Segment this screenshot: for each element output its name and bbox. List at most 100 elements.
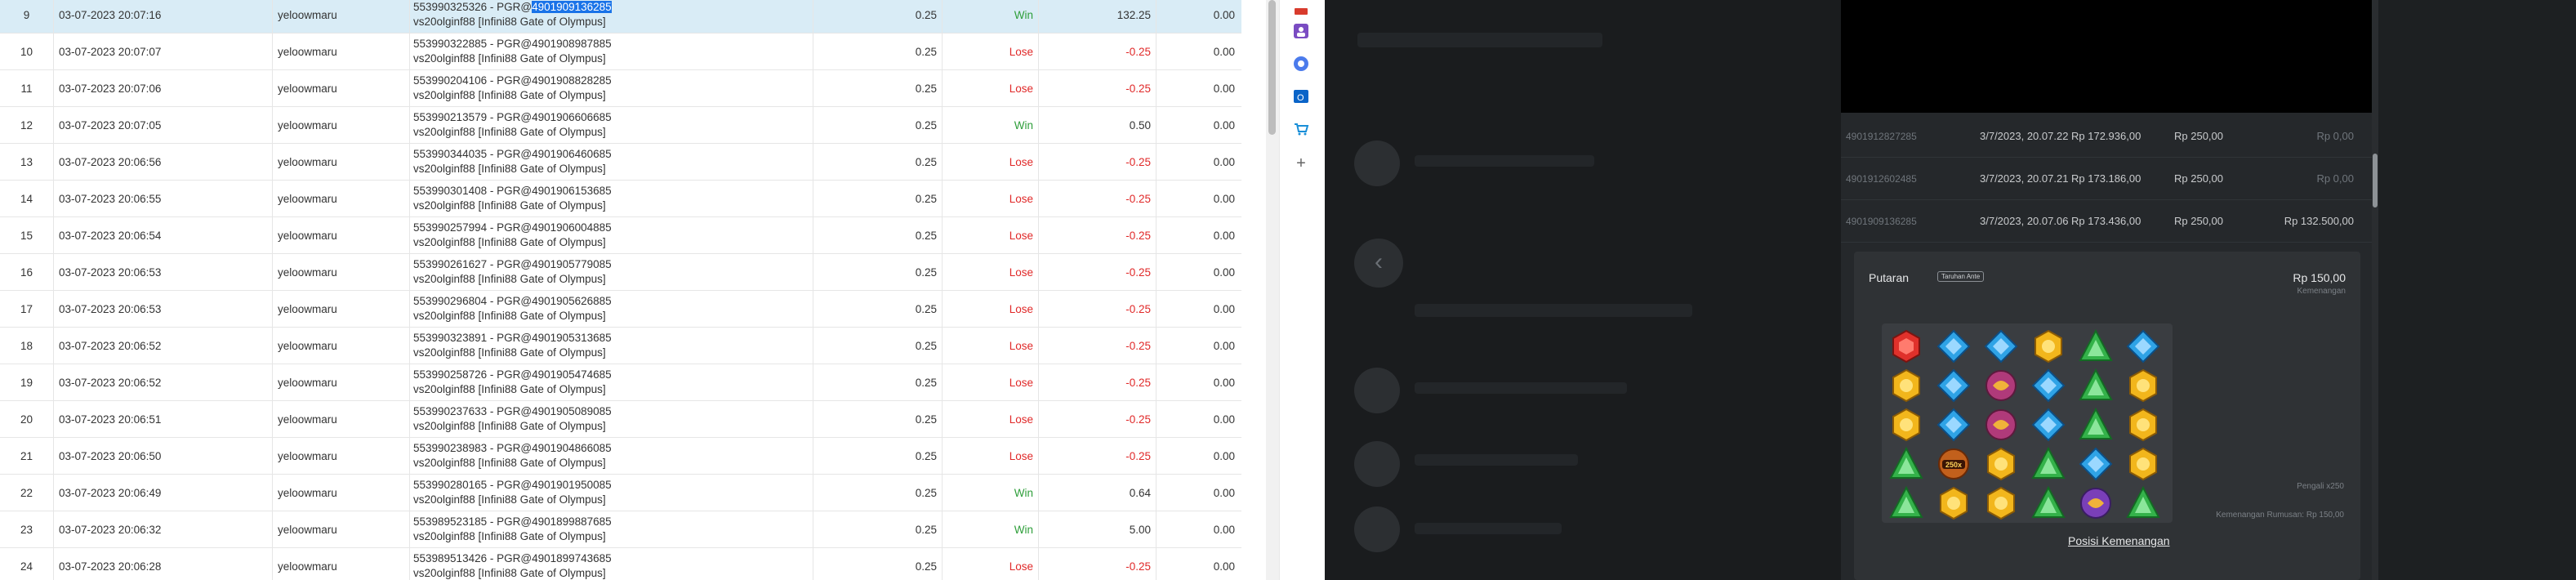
transaction-id-line: 553990344035 - PGR@4901906460685 — [413, 147, 813, 162]
round-id[interactable]: 4901899743685 — [532, 552, 612, 564]
row-bet: 0.25 — [813, 144, 943, 181]
row-description: 553990344035 - PGR@4901906460685 vs20olgi… — [410, 144, 813, 181]
table-row[interactable]: 16 03-07-2023 20:06:53 yeloowmaru 553990261… — [0, 254, 1241, 291]
transaction-id-line: 553990301408 - PGR@4901906153685 — [413, 184, 813, 199]
purple-gem-icon — [1983, 368, 2019, 404]
shopping-cart-icon[interactable] — [1291, 119, 1311, 139]
row-bet: 0.25 — [813, 70, 943, 107]
transaction-id-line: 553990238983 - PGR@4901904866085 — [413, 441, 813, 456]
table-scrollbar[interactable] — [1266, 0, 1279, 580]
round-id[interactable]: 4901906606685 — [532, 111, 612, 123]
spin-row[interactable]: 4901912602485 3/7/2023, 20.07.21 Rp 173.18… — [1841, 158, 2372, 200]
row-result: Lose — [943, 254, 1039, 291]
table-row[interactable]: 12 03-07-2023 20:07:05 yeloowmaru 553990213… — [0, 107, 1241, 144]
row-winloss: -0.25 — [1039, 401, 1157, 438]
contacts-icon[interactable] — [1291, 21, 1311, 41]
row-date: 03-07-2023 20:06:32 — [54, 511, 273, 548]
row-date: 03-07-2023 20:06:55 — [54, 181, 273, 217]
yellow-gem-icon — [1936, 485, 1972, 521]
circle-app-icon[interactable] — [1291, 54, 1311, 74]
transaction-prefix: 553990261627 - PGR@ — [413, 258, 533, 270]
history-scrollbar[interactable] — [2372, 0, 2378, 580]
row-bet: 0.25 — [813, 364, 943, 401]
dimmed-background: ‹ — [1325, 0, 1841, 580]
transaction-id-line: 553990322885 - PGR@4901908987885 — [413, 37, 813, 51]
round-id[interactable]: 4901906153685 — [532, 185, 612, 197]
back-chevron-icon[interactable]: ‹ — [1354, 239, 1403, 288]
spin-bet: Rp 250,00 — [2174, 130, 2223, 142]
row-username: yeloowmaru — [273, 511, 410, 548]
game-history-panel: ‹ 4901912827285 3/7/2023, 20.07.22 Rp 172.… — [1325, 0, 2576, 580]
row-username: yeloowmaru — [273, 181, 410, 217]
outlook-icon[interactable]: O — [1291, 87, 1311, 106]
row-description: 553990238983 - PGR@4901904866085 vs20olgi… — [410, 438, 813, 475]
table-row[interactable]: 23 03-07-2023 20:06:32 yeloowmaru 553989523… — [0, 511, 1241, 548]
row-username: yeloowmaru — [273, 475, 410, 511]
row-username: yeloowmaru — [273, 217, 410, 254]
game-name-line: vs20olginf88 [Infini88 Gate of Olympus] — [413, 236, 606, 248]
blue-gem-icon — [1936, 328, 1972, 364]
round-id[interactable]: 4901899887685 — [532, 515, 612, 528]
spin-balance: Rp 172.936,00 — [2071, 130, 2141, 142]
round-id[interactable]: 4901905089085 — [532, 405, 612, 417]
row-bet: 0.25 — [813, 328, 943, 364]
row-number: 23 — [0, 511, 54, 548]
spin-row[interactable]: 4901909136285 3/7/2023, 20.07.06 Rp 173.43… — [1841, 201, 2372, 243]
table-row[interactable]: 20 03-07-2023 20:06:51 yeloowmaru 553990237… — [0, 401, 1241, 438]
table-row[interactable]: 22 03-07-2023 20:06:49 yeloowmaru 553990280… — [0, 475, 1241, 511]
green-gem-icon — [2125, 485, 2161, 521]
round-id[interactable]: 4901905779085 — [532, 258, 612, 270]
row-description: 553990204106 - PGR@4901908828285 vs20olgi… — [410, 70, 813, 107]
green-gem-icon — [2078, 407, 2114, 443]
table-row[interactable]: 21 03-07-2023 20:06:50 yeloowmaru 553990238… — [0, 438, 1241, 475]
round-id[interactable]: 4901904866085 — [532, 442, 612, 454]
placeholder-bar — [1415, 382, 1627, 394]
row-date: 03-07-2023 20:07:16 — [54, 0, 273, 33]
row-winloss: -0.25 — [1039, 144, 1157, 181]
round-id[interactable]: 4901901950085 — [532, 479, 612, 491]
ante-badge: Taruhan Ante — [1937, 271, 1985, 282]
app-icon-red[interactable] — [1291, 2, 1311, 21]
game-name-line: vs20olginf88 [Infini88 Gate of Olympus] — [413, 383, 606, 395]
row-bet: 0.25 — [813, 217, 943, 254]
table-row[interactable]: 19 03-07-2023 20:06:52 yeloowmaru 553990258… — [0, 364, 1241, 401]
row-bet: 0.25 — [813, 291, 943, 328]
table-row[interactable]: 14 03-07-2023 20:06:55 yeloowmaru 553990301… — [0, 181, 1241, 217]
row-bet: 0.25 — [813, 475, 943, 511]
winning-position-link[interactable]: Posisi Kemenangan — [2068, 534, 2170, 547]
round-id[interactable]: 4901908828285 — [532, 74, 612, 87]
transaction-prefix: 553990323891 - PGR@ — [413, 332, 533, 344]
spin-date: 3/7/2023, 20.07.22 — [1980, 130, 2069, 142]
table-row[interactable]: 18 03-07-2023 20:06:52 yeloowmaru 553990323… — [0, 328, 1241, 364]
row-winloss: -0.25 — [1039, 70, 1157, 107]
row-result: Win — [943, 0, 1039, 33]
spin-row[interactable]: 4901912827285 3/7/2023, 20.07.22 Rp 172.93… — [1841, 116, 2372, 158]
round-id[interactable]: 4901905474685 — [532, 368, 612, 381]
detail-title: Putaran — [1869, 271, 1910, 284]
scrollbar-thumb[interactable] — [1268, 0, 1276, 135]
round-id[interactable]: 4901906004885 — [532, 221, 612, 234]
table-row[interactable]: 11 03-07-2023 20:07:06 yeloowmaru 553990204… — [0, 70, 1241, 107]
transaction-id-line: 553989513426 - PGR@4901899743685 — [413, 551, 813, 566]
round-id[interactable]: 4901905626885 — [532, 295, 612, 307]
round-id[interactable]: 4901906460685 — [532, 148, 612, 160]
round-id[interactable]: 4901908987885 — [532, 38, 612, 50]
row-number: 20 — [0, 401, 54, 438]
game-name-line: vs20olginf88 [Infini88 Gate of Olympus] — [413, 163, 606, 175]
scrollbar-thumb[interactable] — [2373, 154, 2378, 207]
table-row[interactable]: 24 03-07-2023 20:06:28 yeloowmaru 553989513… — [0, 548, 1241, 580]
table-row[interactable]: 15 03-07-2023 20:06:54 yeloowmaru 553990257… — [0, 217, 1241, 254]
row-description: 553989513426 - PGR@4901899743685 vs20olgi… — [410, 548, 813, 580]
row-number: 9 — [0, 0, 54, 33]
round-id[interactable]: 4901905313685 — [532, 332, 612, 344]
table-row[interactable]: 9 03-07-2023 20:07:16 yeloowmaru 5539903253… — [0, 0, 1241, 33]
row-number: 18 — [0, 328, 54, 364]
plus-icon[interactable]: + — [1291, 154, 1311, 173]
table-row[interactable]: 13 03-07-2023 20:06:56 yeloowmaru 553990344… — [0, 144, 1241, 181]
row-winloss: -0.25 — [1039, 33, 1157, 70]
table-row[interactable]: 17 03-07-2023 20:06:53 yeloowmaru 553990296… — [0, 291, 1241, 328]
table-row[interactable]: 10 03-07-2023 20:07:07 yeloowmaru 553990322… — [0, 33, 1241, 70]
yellow-gem-icon — [2030, 328, 2066, 364]
round-id[interactable]: 4901909136285 — [532, 1, 612, 13]
row-winloss: -0.25 — [1039, 328, 1157, 364]
